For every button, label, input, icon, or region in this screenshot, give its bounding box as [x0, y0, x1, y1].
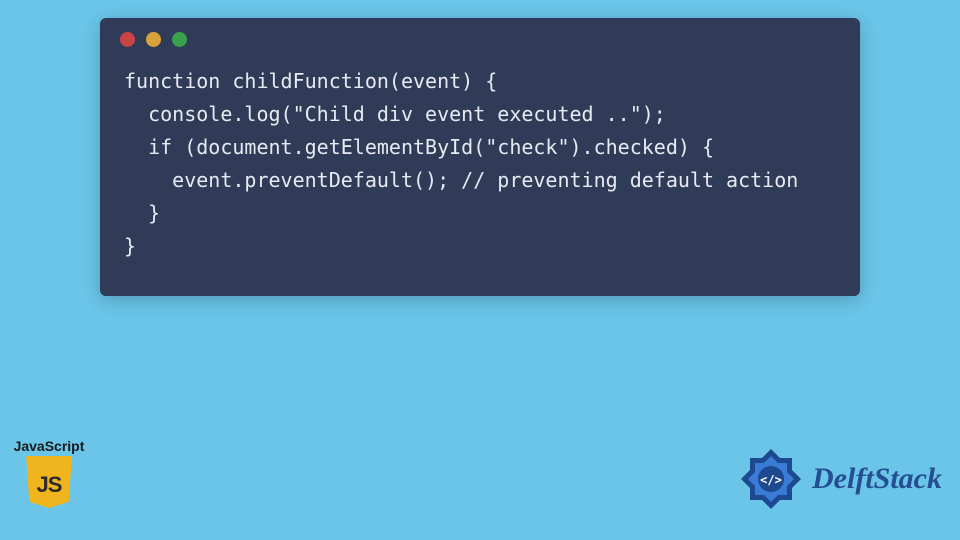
close-icon[interactable]: [120, 32, 135, 47]
code-line: console.log("Child div event executed ..…: [124, 102, 666, 126]
brand-name: DelftStack: [812, 462, 942, 496]
javascript-logo-icon: JS: [23, 456, 75, 508]
javascript-badge: JavaScript JS: [12, 438, 86, 508]
code-line: }: [124, 234, 136, 258]
delftstack-logo-icon: </>: [740, 448, 802, 510]
code-line: function childFunction(event) {: [124, 69, 497, 93]
code-line: if (document.getElementById("check").che…: [124, 135, 714, 159]
javascript-label: JavaScript: [12, 438, 86, 454]
minimize-icon[interactable]: [146, 32, 161, 47]
maximize-icon[interactable]: [172, 32, 187, 47]
js-letters: JS: [23, 472, 75, 498]
code-snippet: function childFunction(event) { console.…: [100, 59, 860, 283]
code-line: event.preventDefault(); // preventing de…: [124, 168, 798, 192]
code-window: function childFunction(event) { console.…: [100, 18, 860, 296]
code-line: }: [124, 201, 160, 225]
code-glyph-icon: </>: [760, 473, 782, 487]
delftstack-brand: </> DelftStack: [740, 448, 942, 510]
window-controls: [100, 32, 860, 59]
